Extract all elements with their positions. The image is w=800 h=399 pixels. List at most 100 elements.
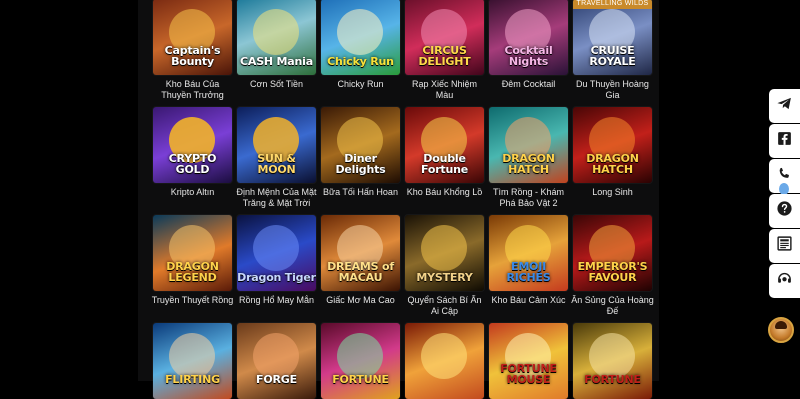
game-title[interactable]: Giấc Mơ Ma Cao bbox=[319, 295, 403, 319]
game-card[interactable]: FORTUNE MOUSE bbox=[489, 323, 568, 399]
game-thumbnail[interactable]: CIRCUS DELIGHT bbox=[405, 0, 484, 75]
game-thumbnail[interactable]: CRYPTO GOLD bbox=[153, 107, 232, 183]
contact-sidebar bbox=[769, 89, 800, 298]
game-thumbnail[interactable]: FORTUNE bbox=[321, 323, 400, 399]
game-thumbnail[interactable]: DRAGON HATCH bbox=[489, 107, 568, 183]
news-icon bbox=[776, 235, 793, 257]
game-title[interactable]: Kripto Altın bbox=[151, 187, 235, 211]
game-card[interactable]: TRAVELLING WILDS CRUISE ROYALE Du Thuyền… bbox=[573, 0, 652, 103]
game-logo-text: Cocktail Nights bbox=[504, 44, 553, 68]
game-thumbnail[interactable]: DRAGON LEGEND bbox=[153, 215, 232, 291]
game-title[interactable]: Bữa Tối Hấn Hoan bbox=[319, 187, 403, 211]
phone-button[interactable] bbox=[769, 159, 800, 195]
game-thumbnail[interactable]: Chicky Run bbox=[321, 0, 400, 75]
game-badge: TRAVELLING WILDS bbox=[573, 0, 652, 9]
game-list-panel: Captain's Bounty Kho Báu Của Thuyền Trưở… bbox=[138, 0, 659, 399]
game-logo-text: DRAGON HATCH bbox=[586, 152, 639, 176]
help-icon bbox=[776, 200, 793, 222]
game-title[interactable]: Du Thuyền Hoàng Gia bbox=[571, 79, 655, 103]
game-logo-text: Captain's Bounty bbox=[164, 44, 221, 68]
game-logo-text: FORTUNE bbox=[332, 373, 389, 386]
game-thumbnail[interactable]: FORTUNE bbox=[573, 323, 652, 399]
support-avatar-button[interactable] bbox=[768, 317, 794, 343]
game-card[interactable]: Captain's Bounty Kho Báu Của Thuyền Trưở… bbox=[153, 0, 232, 103]
game-card[interactable]: FORTUNE bbox=[573, 323, 652, 399]
game-card[interactable]: Dragon Tiger Rồng Hổ May Mắn bbox=[237, 215, 316, 319]
game-title[interactable]: Long Sinh bbox=[571, 187, 655, 211]
game-title[interactable]: Đêm Cocktail bbox=[487, 79, 571, 103]
game-logo-text: FLIRTING bbox=[165, 373, 220, 386]
game-thumbnail[interactable]: Captain's Bounty bbox=[153, 0, 232, 75]
game-thumbnail[interactable]: Double Fortune bbox=[405, 107, 484, 183]
game-title[interactable]: Định Mệnh Của Mặt Trăng & Mặt Trời bbox=[235, 187, 319, 211]
game-thumbnail[interactable]: MYSTERY bbox=[405, 215, 484, 291]
game-card[interactable]: Diner Delights Bữa Tối Hấn Hoan bbox=[321, 107, 400, 211]
game-logo-text: Diner Delights bbox=[335, 152, 386, 176]
facebook-button[interactable] bbox=[769, 124, 800, 158]
game-logo-text: MYSTERY bbox=[416, 271, 473, 284]
game-thumbnail[interactable]: Dragon Tiger bbox=[237, 215, 316, 291]
facebook-icon bbox=[776, 130, 793, 152]
game-card[interactable]: Chicky Run Chicky Run bbox=[321, 0, 400, 103]
game-title[interactable]: Kho Báu Cảm Xúc bbox=[487, 295, 571, 319]
game-thumbnail[interactable]: FLIRTING bbox=[153, 323, 232, 399]
game-thumbnail[interactable] bbox=[405, 323, 484, 399]
game-logo-text: CRUISE ROYALE bbox=[589, 44, 636, 68]
game-card[interactable]: FORTUNE bbox=[321, 323, 400, 399]
game-card[interactable]: EMPEROR'S FAVOUR Ân Sủng Của Hoàng Đế bbox=[571, 215, 655, 319]
game-card[interactable]: CIRCUS DELIGHT Rạp Xiếc Nhiệm Màu bbox=[405, 0, 484, 103]
game-thumbnail[interactable]: DRAGON HATCH bbox=[573, 107, 652, 183]
game-logo-text: EMOJI RICHES bbox=[506, 260, 551, 284]
game-thumbnail[interactable]: Cocktail Nights bbox=[489, 0, 568, 75]
game-card[interactable]: DRAGON LEGEND Truyền Thuyết Rồng bbox=[151, 215, 235, 319]
game-card[interactable]: DRAGON HATCH Tìm Rồng - Khám Phá Bảo Vật… bbox=[489, 107, 568, 211]
game-card[interactable]: Double Fortune Kho Báu Khổng Lồ bbox=[405, 107, 484, 211]
game-logo-text: EMPEROR'S FAVOUR bbox=[577, 260, 648, 284]
news-button[interactable] bbox=[769, 229, 800, 263]
game-thumbnail[interactable]: SUN & MOON bbox=[237, 107, 316, 183]
game-title[interactable]: Ân Sủng Của Hoàng Đế bbox=[571, 295, 655, 319]
game-logo-text: FORGE bbox=[256, 373, 297, 386]
game-card[interactable]: MYSTERY Quyển Sách Bí Ẩn Ai Cập bbox=[405, 215, 484, 319]
game-card[interactable]: FORGE bbox=[237, 323, 316, 399]
game-card[interactable]: FLIRTING bbox=[153, 323, 232, 399]
game-card[interactable]: Cocktail Nights Đêm Cocktail bbox=[489, 0, 568, 103]
game-title[interactable]: Rồng Hổ May Mắn bbox=[235, 295, 319, 319]
game-thumbnail[interactable]: DREAMS of MACAU bbox=[321, 215, 400, 291]
game-thumbnail[interactable]: Diner Delights bbox=[321, 107, 400, 183]
game-title[interactable]: Rạp Xiếc Nhiệm Màu bbox=[403, 79, 487, 103]
game-card[interactable]: CASH Mania Cơn Sốt Tiền bbox=[237, 0, 316, 103]
game-logo-text: DREAMS of MACAU bbox=[327, 260, 394, 284]
telegram-button[interactable] bbox=[769, 89, 800, 123]
game-logo-text: DRAGON LEGEND bbox=[166, 260, 219, 284]
game-title[interactable]: Chicky Run bbox=[319, 79, 403, 103]
game-thumbnail[interactable]: FORTUNE MOUSE bbox=[489, 323, 568, 399]
game-title[interactable]: Quyển Sách Bí Ẩn Ai Cập bbox=[403, 295, 487, 319]
game-thumbnail[interactable]: EMPEROR'S FAVOUR bbox=[573, 215, 652, 291]
game-title[interactable]: Tìm Rồng - Khám Phá Bảo Vật 2 bbox=[487, 187, 571, 211]
game-card[interactable]: DRAGON HATCH Long Sinh bbox=[573, 107, 652, 211]
game-card[interactable]: CRYPTO GOLD Kripto Altın bbox=[153, 107, 232, 211]
game-title[interactable]: Truyền Thuyết Rồng bbox=[151, 295, 235, 319]
game-logo-text: Double Fortune bbox=[420, 152, 469, 176]
game-card[interactable]: DREAMS of MACAU Giấc Mơ Ma Cao bbox=[321, 215, 400, 319]
support-button[interactable] bbox=[769, 264, 800, 298]
game-card[interactable]: SUN & MOON Định Mệnh Của Mặt Trăng & Mặt… bbox=[235, 107, 319, 211]
game-thumbnail[interactable]: TRAVELLING WILDS CRUISE ROYALE bbox=[573, 0, 652, 75]
game-thumbnail[interactable]: FORGE bbox=[237, 323, 316, 399]
game-logo-text: DRAGON HATCH bbox=[502, 152, 555, 176]
help-button[interactable] bbox=[769, 194, 800, 228]
game-title[interactable]: Kho Báu Khổng Lồ bbox=[403, 187, 487, 211]
game-title[interactable]: Cơn Sốt Tiền bbox=[235, 79, 319, 103]
game-logo-text: FORTUNE MOUSE bbox=[500, 362, 557, 386]
game-thumbnail[interactable]: CASH Mania bbox=[237, 0, 316, 75]
game-card[interactable] bbox=[405, 323, 484, 399]
game-logo-text: CIRCUS DELIGHT bbox=[418, 44, 471, 68]
game-thumbnail[interactable]: EMOJI RICHES bbox=[489, 215, 568, 291]
support-headset-icon bbox=[776, 270, 793, 292]
game-logo-text: CRYPTO GOLD bbox=[168, 152, 217, 176]
game-title[interactable]: Kho Báu Của Thuyền Trưởng bbox=[151, 79, 235, 103]
game-logo-text: Dragon Tiger bbox=[237, 271, 316, 284]
game-card[interactable]: EMOJI RICHES Kho Báu Cảm Xúc bbox=[489, 215, 568, 319]
game-grid: Captain's Bounty Kho Báu Của Thuyền Trưở… bbox=[151, 0, 655, 399]
